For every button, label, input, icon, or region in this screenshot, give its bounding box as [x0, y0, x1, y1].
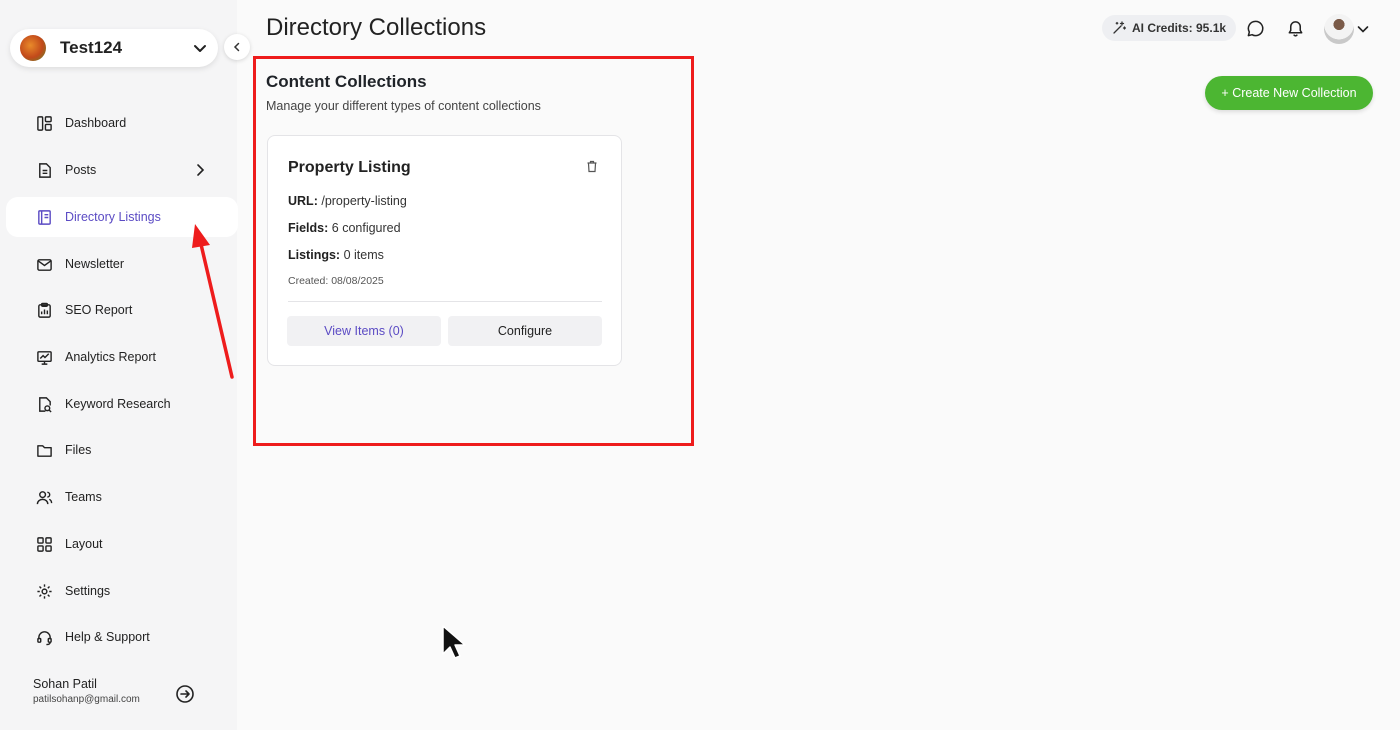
- chevron-right-icon: [197, 164, 205, 176]
- section-subtitle: Manage your different types of content c…: [266, 99, 541, 113]
- mail-icon: [37, 258, 52, 271]
- sidebar-collapse-button[interactable]: [224, 34, 250, 60]
- sidebar-item-settings[interactable]: Settings: [0, 571, 237, 611]
- collection-listings: Listings: 0 items: [288, 248, 384, 262]
- listings-label: Listings:: [288, 248, 341, 262]
- collection-fields: Fields: 6 configured: [288, 221, 401, 235]
- sidebar-item-analytics-report[interactable]: Analytics Report: [0, 337, 237, 377]
- grid-icon: [37, 536, 52, 552]
- fields-value: 6 configured: [331, 221, 401, 235]
- ai-credits-badge[interactable]: AI Credits: 95.1k: [1102, 15, 1237, 41]
- collection-card: Property Listing URL: /property-listing …: [267, 135, 622, 366]
- headset-icon: [37, 630, 52, 645]
- sidebar-item-directory-listings[interactable]: Directory Listings: [6, 197, 238, 237]
- fields-label: Fields:: [288, 221, 329, 235]
- sidebar-item-label: Settings: [65, 584, 111, 598]
- user-email: patilsohanp@gmail.com: [33, 694, 140, 705]
- sidebar-item-seo-report[interactable]: SEO Report: [0, 290, 237, 330]
- sidebar-item-label: Help & Support: [65, 630, 150, 644]
- sidebar-item-label: Analytics Report: [65, 350, 157, 364]
- sidebar-item-dashboard[interactable]: Dashboard: [0, 103, 237, 143]
- listings-value: 0 items: [343, 248, 384, 262]
- clipboard-chart-icon: [38, 302, 51, 318]
- mouse-cursor-icon: [442, 625, 466, 659]
- workspace-switcher[interactable]: Test124: [10, 29, 218, 67]
- folder-icon: [37, 444, 52, 457]
- sidebar-item-label: Layout: [65, 537, 103, 551]
- sidebar-item-label: Keyword Research: [65, 397, 171, 411]
- collection-created-date: Created: 08/08/2025: [288, 275, 384, 287]
- workspace-name: Test124: [60, 38, 123, 57]
- sidebar-item-label: Newsletter: [65, 257, 125, 271]
- collection-title: Property Listing: [288, 159, 411, 176]
- url-label: URL:: [288, 194, 318, 208]
- sidebar-item-label: Dashboard: [65, 116, 127, 130]
- sidebar-item-newsletter[interactable]: Newsletter: [0, 244, 237, 284]
- book-icon: [38, 209, 51, 225]
- chevron-down-icon[interactable]: [1356, 22, 1370, 36]
- logout-icon[interactable]: [175, 684, 195, 704]
- sidebar-item-label: Posts: [65, 163, 97, 177]
- chevron-down-icon: [194, 45, 206, 52]
- section-title: Content Collections: [266, 72, 427, 91]
- url-value: /property-listing: [321, 194, 407, 208]
- sidebar-item-keyword-research[interactable]: Keyword Research: [0, 384, 237, 424]
- sidebar: Test124 Dashboard Posts Directory Listin…: [0, 0, 238, 730]
- collection-url: URL: /property-listing: [288, 194, 407, 208]
- configure-button[interactable]: Configure: [448, 316, 602, 346]
- sidebar-item-label: Files: [65, 443, 92, 457]
- sidebar-item-layout[interactable]: Layout: [0, 524, 237, 564]
- chat-icon[interactable]: [1246, 19, 1265, 38]
- create-new-collection-button[interactable]: + Create New Collection: [1205, 76, 1373, 110]
- users-icon: [36, 490, 53, 504]
- avatar[interactable]: [1324, 14, 1354, 44]
- page-title: Directory Collections: [266, 14, 487, 41]
- dashboard-icon: [37, 115, 52, 131]
- bell-icon[interactable]: [1286, 19, 1305, 38]
- file-icon: [39, 162, 51, 178]
- magic-wand-icon: [1113, 21, 1126, 34]
- workspace-logo: [20, 35, 46, 61]
- sidebar-item-help-support[interactable]: Help & Support: [0, 617, 237, 657]
- monitor-chart-icon: [37, 350, 52, 365]
- sidebar-item-teams[interactable]: Teams: [0, 477, 237, 517]
- sidebar-item-files[interactable]: Files: [0, 430, 237, 470]
- card-divider: [288, 301, 602, 302]
- user-profile: Sohan Patil patilsohanp@gmail.com: [33, 677, 140, 705]
- chevron-left-icon: [233, 42, 240, 52]
- sidebar-item-posts[interactable]: Posts: [0, 150, 237, 190]
- sidebar-item-label: SEO Report: [65, 303, 133, 317]
- user-name: Sohan Patil: [33, 677, 97, 691]
- sidebar-item-label: Teams: [65, 490, 102, 504]
- sidebar-item-label: Directory Listings: [65, 210, 161, 224]
- ai-credits-text: AI Credits: 95.1k: [1132, 21, 1227, 35]
- file-search-icon: [39, 396, 52, 413]
- trash-icon[interactable]: [586, 160, 598, 173]
- gear-icon: [37, 583, 52, 599]
- view-items-button[interactable]: View Items (0): [287, 316, 441, 346]
